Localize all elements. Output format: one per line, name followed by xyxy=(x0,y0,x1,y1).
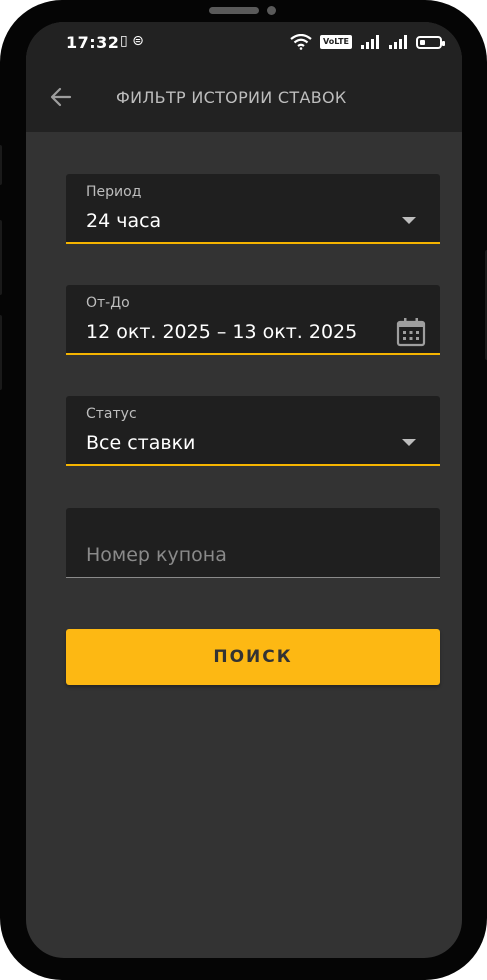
status-bar: 17:32 ▯ ⊜ VoLTE xyxy=(26,22,462,66)
date-range-value: 12 окт. 2025 – 13 окт. 2025 xyxy=(86,321,358,343)
front-camera xyxy=(267,6,276,15)
period-value: 24 часа xyxy=(86,210,162,232)
side-button xyxy=(0,145,2,185)
phone-frame: 17:32 ▯ ⊜ VoLTE ФИЛЬТР ИСТОРИИ СТАВОК Пе… xyxy=(0,0,487,980)
side-button xyxy=(0,315,2,390)
chevron-down-icon xyxy=(402,217,416,224)
period-select[interactable]: Период 24 часа xyxy=(66,174,440,244)
search-button[interactable]: ПОИСК xyxy=(66,629,440,685)
speaker-grille xyxy=(209,7,259,14)
coupon-placeholder: Номер купона xyxy=(86,544,227,566)
status-icons: VoLTE xyxy=(290,34,445,50)
volte-badge: VoLTE xyxy=(320,35,352,49)
arrow-left-icon[interactable] xyxy=(48,84,74,110)
notification-icons: ▯ ⊜ xyxy=(120,33,144,49)
field-underline xyxy=(66,242,440,244)
status-label: Статус xyxy=(86,406,137,422)
status-time: 17:32 xyxy=(66,33,120,52)
calendar-icon[interactable] xyxy=(396,317,426,347)
status-value: Все ставки xyxy=(86,432,196,454)
app-bar: ФИЛЬТР ИСТОРИИ СТАВОК xyxy=(26,66,462,132)
date-range-label: От-До xyxy=(86,295,130,311)
period-label: Период xyxy=(86,184,142,200)
screen: 17:32 ▯ ⊜ VoLTE ФИЛЬТР ИСТОРИИ СТАВОК Пе… xyxy=(26,22,462,958)
side-button xyxy=(0,220,2,295)
status-select[interactable]: Статус Все ставки xyxy=(66,396,440,466)
wifi-icon xyxy=(290,34,312,50)
coupon-number-input[interactable]: Номер купона xyxy=(66,508,440,578)
field-underline xyxy=(66,464,440,466)
field-underline xyxy=(66,353,440,355)
page-title: ФИЛЬТР ИСТОРИИ СТАВОК xyxy=(116,88,347,107)
date-range-field[interactable]: От-До 12 окт. 2025 – 13 окт. 2025 xyxy=(66,285,440,355)
signal-icon xyxy=(389,35,407,49)
field-underline xyxy=(66,577,440,578)
chevron-down-icon xyxy=(402,439,416,446)
signal-icon xyxy=(361,35,379,49)
battery-icon xyxy=(416,35,445,49)
